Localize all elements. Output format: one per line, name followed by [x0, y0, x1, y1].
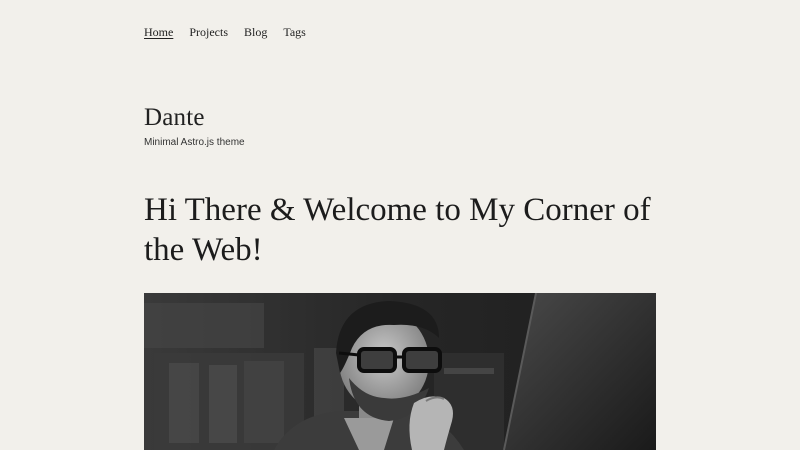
- site-title[interactable]: Dante: [144, 104, 205, 132]
- hero-image: [144, 293, 656, 450]
- main-nav: Home Projects Blog Tags: [144, 25, 306, 40]
- nav-link-home[interactable]: Home: [144, 25, 173, 40]
- site-subtitle: Minimal Astro.js theme: [144, 137, 245, 148]
- hero-title: Hi There & Welcome to My Corner of the W…: [144, 192, 651, 268]
- nav-link-projects[interactable]: Projects: [189, 25, 228, 40]
- hero-photo-illustration: [144, 293, 656, 450]
- nav-link-tags[interactable]: Tags: [283, 25, 306, 40]
- nav-link-blog[interactable]: Blog: [244, 25, 267, 40]
